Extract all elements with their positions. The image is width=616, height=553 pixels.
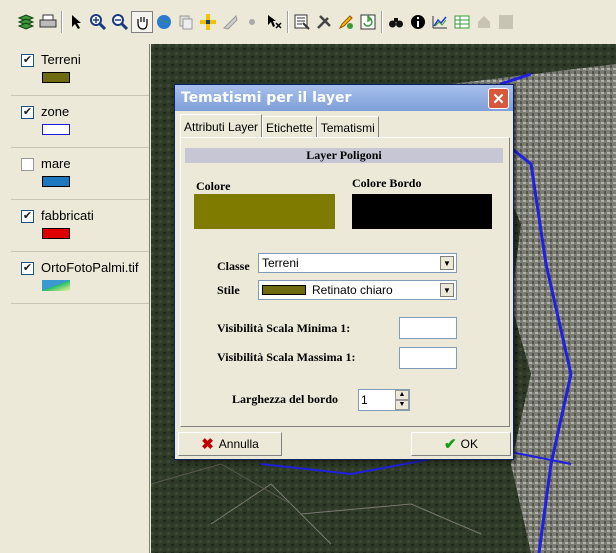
layer-row[interactable]: mare	[11, 148, 149, 200]
toolbar-separator	[381, 11, 383, 33]
larghezza-value: 1	[361, 393, 368, 407]
layer-name: OrtoFotoPalmi.tif	[41, 260, 139, 275]
theme-dialog: Tematismi per il layer ✕ Attributi Layer…	[174, 84, 514, 460]
binoculars-icon[interactable]	[385, 11, 407, 33]
spin-down-icon[interactable]: ▼	[395, 400, 409, 410]
tab-tematismi[interactable]: Tematismi	[316, 116, 379, 138]
layer-row[interactable]: ✔ fabbricati	[11, 200, 149, 252]
point-icon[interactable]	[241, 11, 263, 33]
zoom-in-icon[interactable]	[87, 11, 109, 33]
info-icon[interactable]	[407, 11, 429, 33]
ruler-icon[interactable]	[219, 11, 241, 33]
check-icon: ✔	[444, 436, 457, 453]
grid-icon[interactable]	[495, 11, 517, 33]
layer-row[interactable]: ✔ Terreni	[11, 44, 149, 96]
chart-icon[interactable]	[429, 11, 451, 33]
layer-name: zone	[41, 104, 70, 119]
tab-attributi-layer[interactable]: Attributi Layer	[180, 114, 263, 138]
tab-bar: Attributi Layer Etichette Tematismi	[180, 114, 379, 138]
vis-min-input[interactable]	[399, 317, 457, 339]
larghezza-label: Larghezza del bordo	[232, 392, 338, 406]
stile-dropdown[interactable]: Retinato chiaro ▼	[258, 280, 457, 300]
stile-label: Stile	[217, 283, 240, 297]
layers-icon[interactable]	[15, 11, 37, 33]
layer-name: fabbricati	[41, 208, 94, 223]
identify-icon[interactable]	[263, 11, 285, 33]
layer-swatch	[42, 72, 70, 83]
dialog-title: Tematismi per il layer	[175, 85, 513, 111]
layer-name: Terreni	[41, 52, 81, 67]
toolbar-separator	[61, 11, 63, 33]
layer-checkbox[interactable]: ✔	[21, 262, 34, 275]
select-arrow-icon[interactable]	[65, 11, 87, 33]
close-icon[interactable]: ✕	[488, 88, 509, 109]
app-window: ✔ Terreni ✔ zone mare ✔ fabbricati ✔ OrtoFotoPal…	[0, 0, 616, 553]
table-icon[interactable]	[451, 11, 473, 33]
cancel-x-icon: ✖	[201, 436, 214, 453]
layer-checkbox[interactable]: ✔	[21, 210, 34, 223]
colore-swatch[interactable]	[194, 194, 335, 229]
crosshair-icon[interactable]	[197, 11, 219, 33]
layer-checkbox[interactable]: ✔	[21, 54, 34, 67]
home-icon[interactable]	[473, 11, 495, 33]
spin-up-icon[interactable]: ▲	[395, 390, 409, 400]
layer-swatch	[42, 228, 70, 239]
pan-hand-icon[interactable]	[131, 11, 153, 33]
edit-icon[interactable]	[335, 11, 357, 33]
toolbar-separator	[287, 11, 289, 33]
print-icon[interactable]	[37, 11, 59, 33]
larghezza-input[interactable]: 1 ▲ ▼	[358, 389, 410, 411]
layer-checkbox[interactable]	[21, 158, 34, 171]
refresh-icon[interactable]	[357, 11, 379, 33]
colore-bordo-swatch[interactable]	[352, 194, 492, 229]
layer-swatch	[42, 280, 70, 291]
stile-swatch	[262, 285, 306, 295]
colore-label: Colore	[196, 179, 231, 193]
globe-icon[interactable]	[153, 11, 175, 33]
layer-row[interactable]: ✔ OrtoFotoPalmi.tif	[11, 252, 149, 304]
ok-label: OK	[460, 437, 478, 451]
vis-max-input[interactable]	[399, 347, 457, 369]
layer-row[interactable]: ✔ zone	[11, 96, 149, 148]
properties-icon[interactable]	[291, 11, 313, 33]
cancel-button[interactable]: ✖ Annulla	[178, 432, 282, 456]
layer-swatch	[42, 176, 70, 187]
copy-icon[interactable]	[175, 11, 197, 33]
ok-button[interactable]: ✔ OK	[411, 432, 511, 456]
chevron-down-icon[interactable]: ▼	[440, 256, 454, 270]
tools-icon[interactable]	[313, 11, 335, 33]
cancel-label: Annulla	[218, 437, 259, 451]
classe-dropdown[interactable]: Terreni ▼	[258, 253, 457, 273]
layer-checkbox[interactable]: ✔	[21, 106, 34, 119]
vis-max-label: Visibilità Scala Massima 1:	[217, 350, 356, 364]
chevron-down-icon[interactable]: ▼	[440, 283, 454, 297]
tab-etichette[interactable]: Etichette	[262, 116, 317, 138]
classe-value: Terreni	[262, 256, 299, 270]
layer-swatch	[42, 124, 70, 135]
toolbar	[0, 0, 616, 44]
zoom-out-icon[interactable]	[109, 11, 131, 33]
section-title: Layer Poligoni	[185, 148, 503, 163]
stile-value: Retinato chiaro	[312, 283, 393, 297]
classe-label: Classe	[217, 259, 250, 273]
vis-min-label: Visibilità Scala Minima 1:	[217, 321, 351, 335]
layer-name: mare	[41, 156, 71, 171]
layer-panel: ✔ Terreni ✔ zone mare ✔ fabbricati ✔ OrtoFotoPal…	[11, 44, 150, 553]
colore-bordo-label: Colore Bordo	[352, 176, 422, 190]
